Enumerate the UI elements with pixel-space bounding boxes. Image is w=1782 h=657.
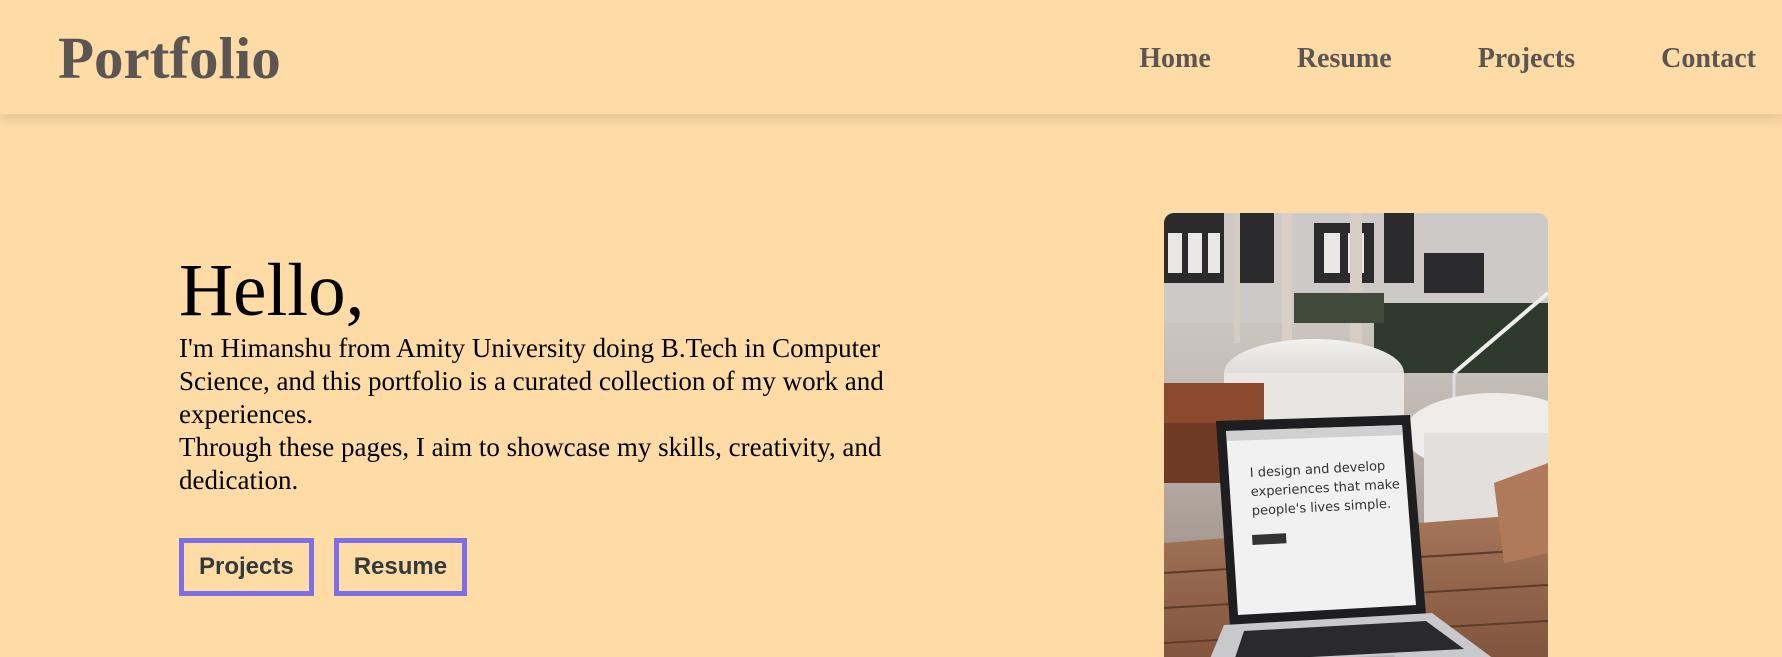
hero-buttons: Projects Resume (179, 538, 468, 596)
hero-greeting: Hello, (179, 249, 365, 332)
hero-description: I'm Himanshu from Amity University doing… (179, 332, 949, 497)
navbar: Portfolio Home Resume Projects Contact (0, 0, 1782, 114)
nav-resume-link[interactable]: Resume (1297, 42, 1392, 76)
projects-button[interactable]: Projects (179, 538, 314, 596)
nav-projects-link[interactable]: Projects (1478, 42, 1575, 76)
hero-photo: I design and develop experiences that ma… (1164, 213, 1548, 657)
nav-contact-link[interactable]: Contact (1661, 42, 1756, 76)
nav-home-link[interactable]: Home (1139, 42, 1211, 76)
laptop-on-table-image: I design and develop experiences that ma… (1164, 213, 1548, 657)
hero-section: Hello, I'm Himanshu from Amity Universit… (179, 250, 949, 497)
brand-logo[interactable]: Portfolio (58, 22, 281, 94)
resume-button[interactable]: Resume (333, 538, 468, 596)
hero-intro-2: Through these pages, I aim to showcase m… (179, 432, 882, 495)
nav-links: Home Resume Projects Contact (1139, 42, 1756, 76)
hero-intro: I'm Himanshu from Amity University doing… (179, 333, 884, 429)
